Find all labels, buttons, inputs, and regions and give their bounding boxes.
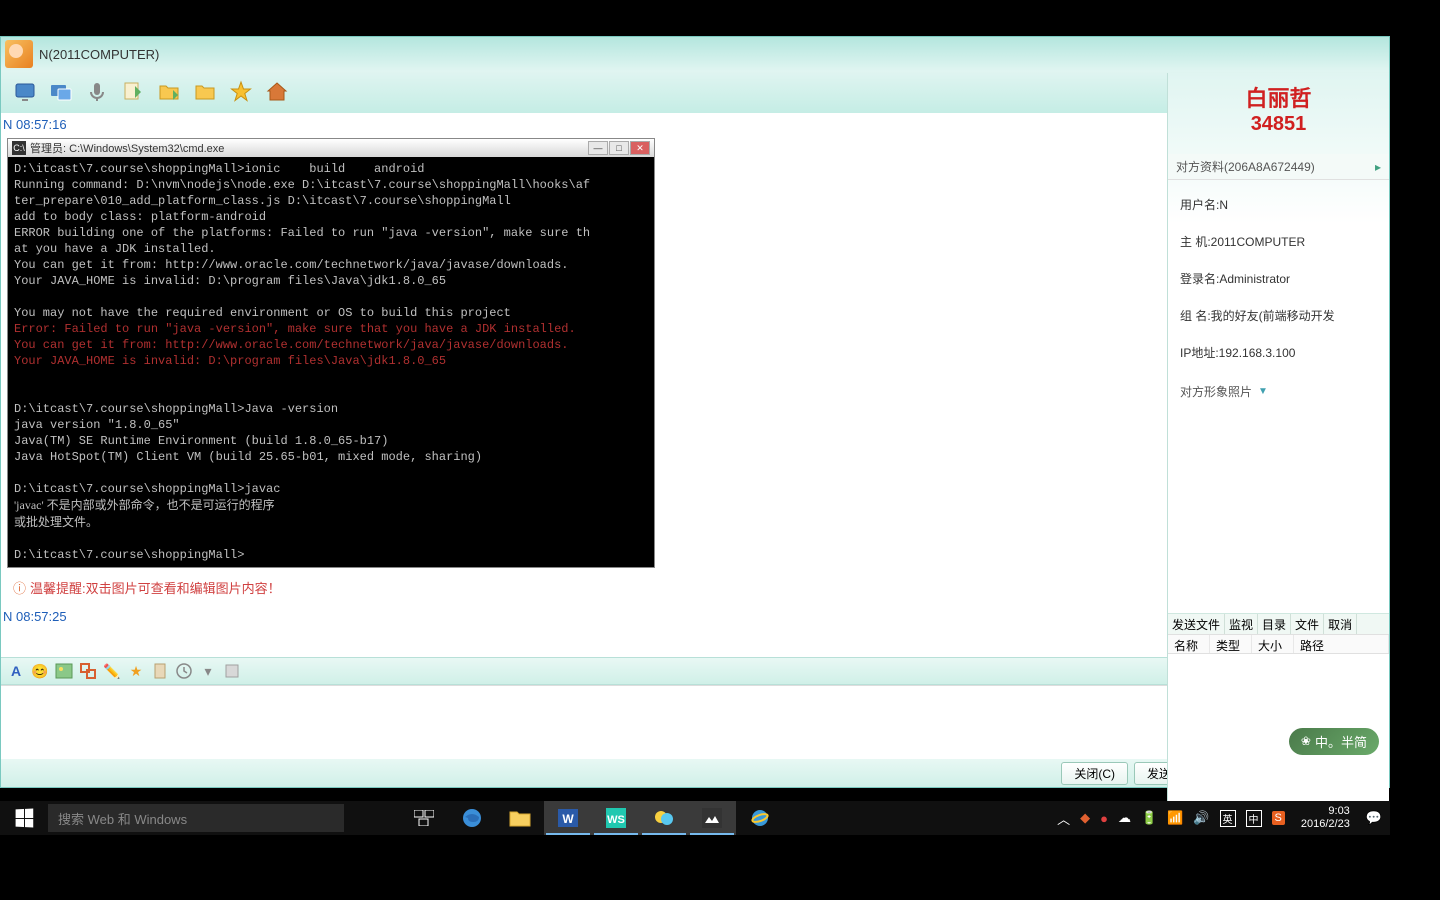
cmd-icon: C:\ [12, 141, 26, 155]
emoji-icon[interactable]: 😊 [29, 660, 51, 682]
voice-call-icon[interactable] [81, 76, 113, 108]
send-file-icon[interactable] [117, 76, 149, 108]
tray-chevron-up-icon[interactable]: ︿ [1057, 809, 1070, 828]
contact-info: 用户名:N 主 机:2011COMPUTER 登录名:Administrator… [1168, 180, 1389, 377]
contact-info-header[interactable]: 对方资料(206A8A672449)▸ [1168, 154, 1389, 180]
format-toolbar: A 😊 ✏️ ★ ▾ 🔒 [1, 657, 1222, 685]
send-bar: 关闭(C) 发送(S) ▾ [1, 759, 1222, 787]
image-tip: ⓘ 温馨提醒:双击图片可查看和编辑图片内容！ [1, 570, 1222, 605]
webstorm-icon[interactable]: WS [592, 801, 640, 835]
taskbar-search-input[interactable]: 搜索 Web 和 Windows [48, 804, 344, 832]
edit-icon[interactable]: ✏️ [101, 660, 123, 682]
ie-icon[interactable] [736, 801, 784, 835]
notifications-icon[interactable]: 💬 [1366, 810, 1382, 826]
tray-ime1-icon[interactable]: 英 [1220, 810, 1236, 827]
tray-sogou-icon[interactable]: S [1272, 811, 1285, 825]
cmd-screenshot[interactable]: C:\ 管理员: C:\Windows\System32\cmd.exe — □… [7, 138, 655, 568]
ip-row: IP地址:192.168.3.100 [1180, 334, 1377, 371]
favorite-icon[interactable] [225, 76, 257, 108]
font-icon[interactable]: A [5, 660, 27, 682]
taskbar-clock[interactable]: 9:03 2016/2/23 [1295, 805, 1356, 831]
chat-title: N(2011COMPUTER) [39, 47, 159, 62]
contact-avatar-icon [5, 40, 33, 68]
ft-tab-send[interactable]: 发送文件 [1168, 614, 1225, 634]
tray-weather-icon[interactable]: ☁ [1118, 810, 1131, 826]
ft-tab-file[interactable]: 文件 [1291, 614, 1324, 634]
attachment-icon[interactable] [221, 660, 243, 682]
tray-battery-icon[interactable]: 🔋 [1141, 810, 1157, 826]
chat-window: N(2011COMPUTER) N 08:57:16 C:\ 管理员: C:\W… [0, 36, 1390, 788]
group-row: 组 名:我的好友(前端移动开发 [1180, 297, 1377, 334]
contact-sidebar: 白丽哲 34851 对方资料(206A8A672449)▸ 用户名:N 主 机:… [1167, 73, 1389, 825]
cmd-maximize-icon: □ [609, 141, 629, 155]
windows-logo-icon [16, 809, 34, 828]
task-view-icon[interactable] [400, 801, 448, 835]
more-icon[interactable]: ▾ [197, 660, 219, 682]
screenshot-icon[interactable] [77, 660, 99, 682]
file-transfer-panel: 发送文件 监视 目录 文件 取消 名称 类型 大小 路径 中。半简 [1168, 613, 1389, 825]
tray-wifi-icon[interactable]: 📶 [1167, 810, 1183, 826]
login-row: 登录名:Administrator [1180, 260, 1377, 297]
screen-share-icon[interactable] [45, 76, 77, 108]
message-timestamp: N 08:57:16 [1, 113, 1222, 136]
cmd-titlebar: C:\ 管理员: C:\Windows\System32\cmd.exe — □… [8, 139, 654, 157]
svg-text:WS: WS [607, 814, 625, 826]
explorer-icon[interactable] [496, 801, 544, 835]
message-timestamp-2: N 08:57:25 [1, 605, 1222, 628]
dropdown-icon: ▸ [1375, 160, 1381, 174]
folder-icon[interactable] [189, 76, 221, 108]
tray-volume-icon[interactable]: 🔊 [1193, 810, 1209, 826]
svg-text:W: W [562, 812, 574, 826]
file-table-header: 名称 类型 大小 路径 [1168, 634, 1389, 654]
cmd-close-icon: ✕ [630, 141, 650, 155]
username-row: 用户名:N [1180, 186, 1377, 223]
send-folder-icon[interactable] [153, 76, 185, 108]
chat-message-area: N 08:57:16 C:\ 管理员: C:\Windows\System32\… [1, 113, 1222, 657]
star-icon[interactable]: ★ [125, 660, 147, 682]
photos-icon[interactable] [688, 801, 736, 835]
file-transfer-tabs: 发送文件 监视 目录 文件 取消 [1168, 614, 1389, 634]
cmd-minimize-icon: — [588, 141, 608, 155]
host-row: 主 机:2011COMPUTER [1180, 223, 1377, 260]
tray-ime2-icon[interactable]: 中 [1246, 810, 1262, 827]
ft-tab-monitor[interactable]: 监视 [1225, 614, 1258, 634]
chevron-down-icon: ▼ [1258, 386, 1268, 397]
tray-record-icon[interactable]: ● [1100, 811, 1108, 826]
remote-desktop-icon[interactable] [9, 76, 41, 108]
image-icon[interactable] [53, 660, 75, 682]
info-icon: ⓘ [13, 578, 26, 597]
cmd-output: D:\itcast\7.course\shoppingMall>ionic bu… [8, 157, 654, 567]
history-icon[interactable] [173, 660, 195, 682]
photo-section[interactable]: 对方形象照片▼ [1168, 377, 1389, 406]
tray-security-icon[interactable]: ◆ [1080, 810, 1090, 826]
input-method-badge[interactable]: 中。半简 [1289, 728, 1379, 755]
chat-app-icon[interactable] [640, 801, 688, 835]
ft-tab-cancel[interactable]: 取消 [1324, 614, 1357, 634]
chat-titlebar[interactable]: N(2011COMPUTER) [1, 37, 1389, 71]
file-list [1168, 654, 1389, 774]
windows-taskbar: 搜索 Web 和 Windows W WS ︿ ◆ ● ☁ 🔋 📶 🔊 英 中 … [0, 801, 1390, 835]
home-icon[interactable] [261, 76, 293, 108]
word-icon[interactable]: W [544, 801, 592, 835]
ft-tab-dir[interactable]: 目录 [1258, 614, 1291, 634]
watermark: 白丽哲 34851 [1168, 73, 1389, 154]
message-input[interactable] [1, 685, 1222, 759]
system-tray: ︿ ◆ ● ☁ 🔋 📶 🔊 英 中 S 9:03 2016/2/23 💬 [1049, 805, 1390, 831]
clipboard-icon[interactable] [149, 660, 171, 682]
start-button[interactable] [0, 801, 48, 835]
close-button[interactable]: 关闭(C) [1061, 762, 1128, 785]
edge-icon[interactable] [448, 801, 496, 835]
